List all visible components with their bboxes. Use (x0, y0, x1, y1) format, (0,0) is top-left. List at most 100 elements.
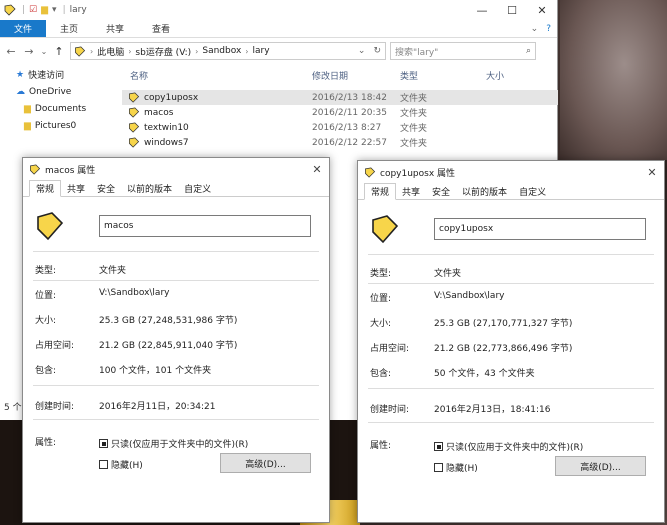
checkbox-box[interactable] (99, 439, 108, 448)
readonly-label: 只读(仅应用于文件夹中的文件)(R) (111, 440, 249, 450)
checkbox-box[interactable] (99, 460, 108, 469)
table-row[interactable]: copy1uposx 2016/2/13 18:42 文件夹 (122, 90, 558, 105)
big-folder-icon (37, 212, 64, 241)
tab-security[interactable]: 安全 (91, 180, 121, 196)
nav-onedrive[interactable]: ☁ OneDrive (0, 83, 122, 100)
readonly-checkbox[interactable]: 只读(仅应用于文件夹中的文件)(R) (99, 437, 248, 450)
folder-icon: ▆ (24, 120, 31, 131)
search-box[interactable]: 搜索"lary" ⌕ (390, 42, 536, 60)
advanced-button[interactable]: 高级(D)... (555, 456, 646, 476)
tab-general[interactable]: 常规 (364, 183, 397, 200)
nav-label: Pictures0 (34, 120, 77, 131)
col-name[interactable]: 名称 (122, 69, 312, 82)
tab-customize[interactable]: 自定义 (178, 180, 217, 196)
nav-quick-access[interactable]: ★ 快速访问 (0, 66, 122, 83)
properties-icon[interactable]: ☑ (29, 5, 37, 15)
advanced-button[interactable]: 高级(D)... (220, 453, 311, 473)
folder-icon (129, 92, 140, 103)
hidden-label: 隐藏(H) (111, 461, 143, 471)
divider (368, 254, 654, 255)
properties-dialog-copy1uposx: copy1uposx 属性 ✕ 常规 共享 安全 以前的版本 自定义 copy1… (357, 160, 665, 523)
attributes-label: 属性: (35, 438, 57, 448)
file-date: 2016/2/13 8:27 (312, 122, 382, 133)
help-icon[interactable]: ? (546, 24, 551, 34)
file-date: 2016/2/13 18:42 (312, 92, 387, 103)
minimize-button[interactable]: — (467, 4, 497, 17)
breadcrumb-drive[interactable]: sb运存盘 (V:) (135, 45, 191, 58)
column-header: 名称 修改日期 类型 大小 (122, 66, 558, 84)
contains-value: 50 个文件，43 个文件夹 (434, 369, 535, 379)
table-row[interactable]: textwin10 2016/2/13 8:27 文件夹 (122, 120, 558, 135)
breadcrumb-sep: › (90, 46, 94, 56)
chevron-down-icon[interactable]: ▾ (52, 5, 57, 15)
hidden-checkbox[interactable]: 隐藏(H) (99, 458, 143, 471)
divider (368, 388, 654, 389)
cloud-icon: ☁ (16, 86, 25, 97)
folder-name-input[interactable]: macos (99, 215, 311, 237)
recent-chevron-icon[interactable]: ⌄ (40, 47, 48, 56)
tab-file[interactable]: 文件 (0, 20, 47, 37)
hidden-checkbox[interactable]: 隐藏(H) (434, 461, 478, 474)
nav-documents[interactable]: ▆ Documents (0, 100, 122, 117)
size-label: 大小: (35, 316, 57, 326)
status-bar: 5 个 (4, 403, 22, 413)
tab-previous-versions[interactable]: 以前的版本 (456, 183, 513, 199)
back-icon[interactable]: ← (4, 45, 18, 58)
breadcrumb-sep: › (195, 46, 199, 56)
nav-pictures0[interactable]: ▆ Pictures0 (0, 117, 122, 134)
size-value: 25.3 GB (27,248,531,986 字节) (99, 316, 238, 326)
address-bar[interactable]: › 此电脑 › sb运存盘 (V:) › Sandbox › lary ⌄ ↻ (70, 42, 386, 60)
close-button[interactable]: ✕ (527, 4, 557, 17)
address-row: ← → ⌄ ↑ › 此电脑 › sb运存盘 (V:) › Sandbox › l… (0, 38, 557, 64)
dialog-close-button[interactable]: ✕ (305, 163, 329, 176)
folder-icon (365, 167, 376, 178)
tab-security[interactable]: 安全 (426, 183, 456, 199)
dialog-body: macos 类型: 文件夹 位置: V:\Sandbox\lary 大小: 25… (23, 197, 329, 517)
folder-name-input[interactable]: copy1uposx (434, 218, 646, 240)
dialog-title-bar[interactable]: copy1uposx 属性 ✕ (358, 161, 664, 183)
toolbar-divider: | (22, 5, 26, 15)
file-name-cell: windows7 (122, 137, 312, 148)
address-dropdown-icon[interactable]: ⌄ (358, 46, 370, 56)
tab-customize[interactable]: 自定义 (513, 183, 552, 199)
tab-share[interactable]: 共享 (92, 20, 138, 37)
divider (368, 283, 654, 284)
tab-sharing[interactable]: 共享 (396, 183, 426, 199)
folder-icon (30, 164, 41, 175)
table-row[interactable]: windows7 2016/2/12 22:57 文件夹 (122, 135, 558, 150)
breadcrumb-this-pc[interactable]: 此电脑 (97, 45, 124, 58)
dialog-body: copy1uposx 类型: 文件夹 位置: V:\Sandbox\lary 大… (358, 200, 664, 520)
divider (33, 280, 319, 281)
size-on-disk-value: 21.2 GB (22,845,911,040 字节) (99, 341, 238, 351)
forward-icon[interactable]: → (22, 45, 36, 58)
readonly-checkbox[interactable]: 只读(仅应用于文件夹中的文件)(R) (434, 440, 583, 453)
dialog-close-button[interactable]: ✕ (640, 166, 664, 179)
title-bar[interactable]: | ☑ ▆ ▾ | lary — ☐ ✕ (0, 0, 557, 20)
expand-ribbon-icon[interactable]: ⌄ (531, 24, 539, 34)
tab-previous-versions[interactable]: 以前的版本 (121, 180, 178, 196)
file-date: 2016/2/11 20:35 (312, 107, 387, 118)
breadcrumb-sandbox[interactable]: Sandbox (202, 46, 241, 56)
search-icon[interactable]: ⌕ (526, 46, 535, 56)
checkbox-box[interactable] (434, 463, 443, 472)
col-type[interactable]: 类型 (400, 69, 486, 82)
breadcrumb-lary[interactable]: lary (253, 46, 270, 56)
checkbox-box[interactable] (434, 442, 443, 451)
refresh-icon[interactable]: ↻ (373, 46, 385, 56)
dialog-tabs: 常规 共享 安全 以前的版本 自定义 (23, 180, 329, 197)
col-size[interactable]: 大小 (486, 69, 546, 82)
file-name: textwin10 (144, 122, 189, 133)
new-folder-icon[interactable]: ▆ (41, 5, 48, 15)
maximize-button[interactable]: ☐ (497, 4, 527, 17)
up-icon[interactable]: ↑ (52, 45, 66, 58)
type-label: 类型: (35, 266, 57, 276)
tab-home[interactable]: 主页 (46, 20, 92, 37)
dialog-title-bar[interactable]: macos 属性 ✕ (23, 158, 329, 180)
tab-view[interactable]: 查看 (138, 20, 184, 37)
tab-general[interactable]: 常规 (29, 180, 62, 197)
table-row[interactable]: macos 2016/2/11 20:35 文件夹 (122, 105, 558, 120)
tab-sharing[interactable]: 共享 (61, 180, 91, 196)
breadcrumb-sep: › (128, 46, 132, 56)
search-placeholder: 搜索"lary" (395, 47, 439, 58)
col-date[interactable]: 修改日期 (312, 69, 400, 82)
